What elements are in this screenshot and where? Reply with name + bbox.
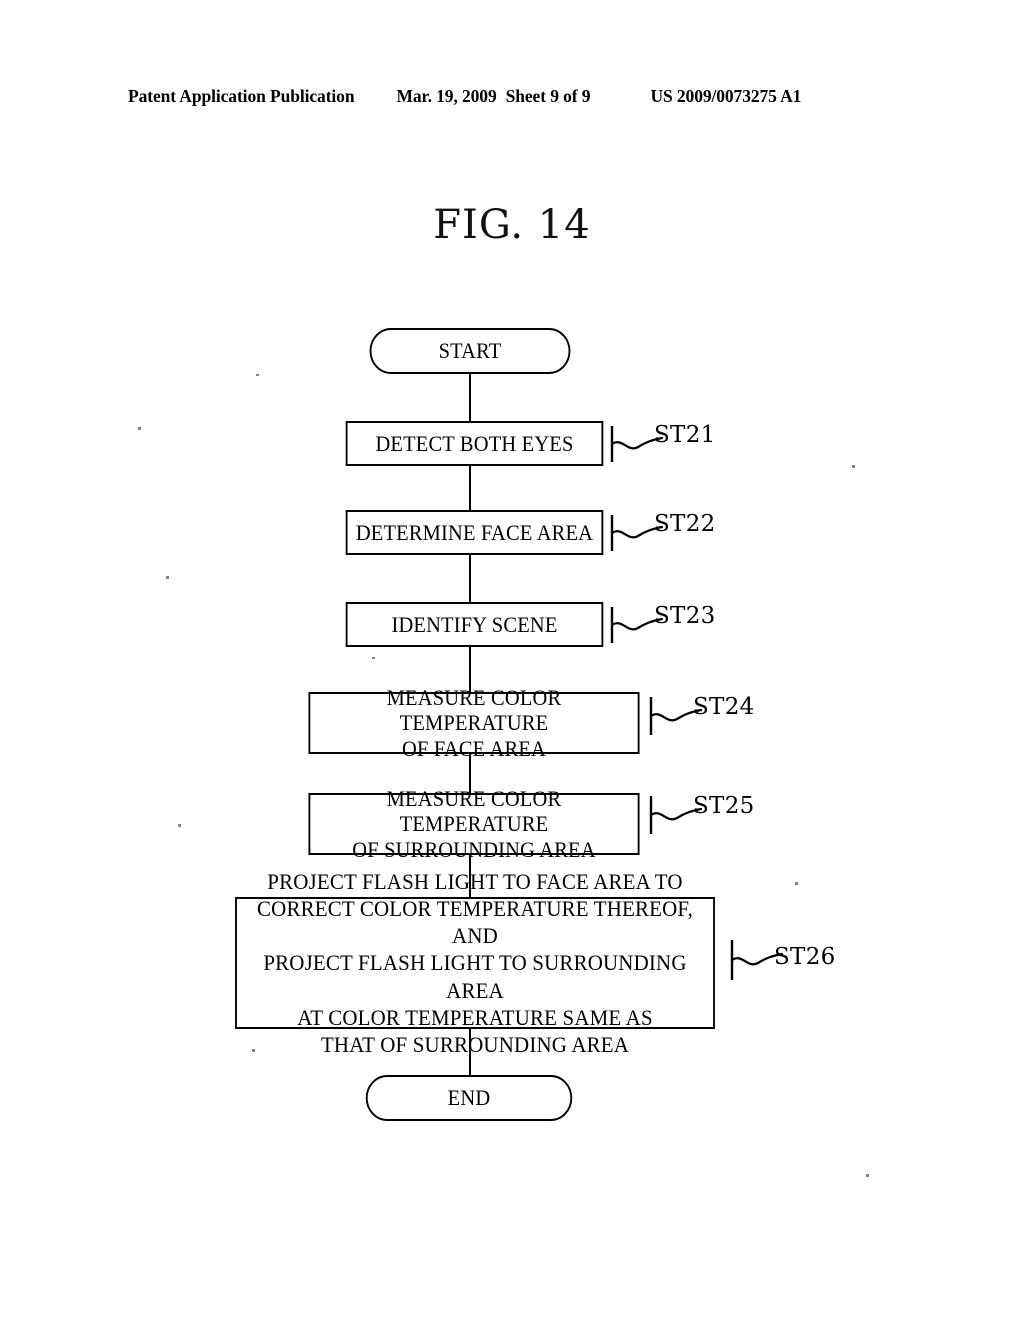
flow-node-st24-label: MEASURE COLOR TEMPERATURE OF FACE AREA [386,685,562,761]
step-ref-st24: ST24 [693,694,755,720]
step-ref-st26: ST26 [774,944,836,970]
flow-node-st23-label: IDENTIFY SCENE [391,611,558,637]
step-ref-st22: ST22 [654,511,716,537]
flow-node-st24: MEASURE COLOR TEMPERATURE OF FACE AREA [308,685,640,761]
connector-st22-to-st23 [469,555,471,602]
scan-speck [795,882,798,885]
connector-start-to-st21 [469,374,471,421]
flow-node-start: START [369,328,571,374]
flow-node-st25: MEASURE COLOR TEMPERATURE OF SURROUNDING… [308,786,640,862]
scan-speck [256,374,259,376]
step-ref-st21: ST21 [654,422,716,448]
flow-node-st26-label: PROJECT FLASH LIGHT TO FACE AREA TO CORR… [257,868,693,1058]
scan-speck [178,824,181,827]
scan-speck [252,1049,255,1052]
flow-node-st21-label: DETECT BOTH EYES [375,430,574,456]
connector-st26-to-end [469,1029,471,1075]
flow-node-end: END [365,1075,573,1121]
flow-node-end-label: END [447,1085,491,1111]
flow-node-st25-label: MEASURE COLOR TEMPERATURE OF SURROUNDING… [352,786,596,862]
connector-st21-to-st22 [469,466,471,510]
flow-node-st22-label: DETERMINE FACE AREA [355,519,594,545]
flow-node-st21: DETECT BOTH EYES [345,421,604,466]
flow-node-start-label: START [438,338,502,364]
scan-speck [372,657,375,659]
flow-node-st22: DETERMINE FACE AREA [345,510,604,555]
scan-speck [866,1174,869,1177]
scan-speck [166,576,169,579]
scan-speck [852,465,855,468]
flow-node-st26: PROJECT FLASH LIGHT TO FACE AREA TO CORR… [235,869,715,1057]
flow-node-st23: IDENTIFY SCENE [345,602,604,647]
step-ref-st23: ST23 [654,603,716,629]
scan-speck [138,427,141,430]
flowchart-diagram: START DETECT BOTH EYES ST21 DETERMINE FA… [0,0,1024,1320]
step-ref-st25: ST25 [693,793,755,819]
